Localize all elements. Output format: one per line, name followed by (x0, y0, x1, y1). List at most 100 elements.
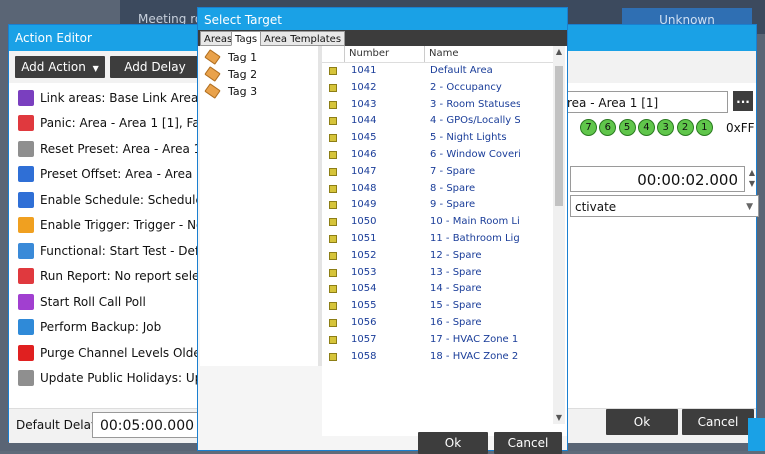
action-label: Run Report: No report selected (40, 269, 199, 284)
table-row[interactable]: 1050 10 - Main Room Ligh (322, 214, 553, 231)
row-name: 13 - Spare (430, 266, 482, 278)
channel-level-indicator[interactable]: 7 (580, 119, 597, 136)
table-row[interactable]: 1043 3 - Room Statuses/Do (322, 97, 553, 114)
row-number: 1042 (351, 81, 377, 93)
table-row[interactable]: 1041 Default Area (322, 63, 553, 80)
table-row[interactable]: 1044 4 - GPOs/Locally Swit (322, 113, 553, 130)
tag-item[interactable]: Tag 2 (204, 66, 257, 82)
row-number: 1053 (351, 266, 377, 278)
list-item[interactable]: Enable Schedule: Schedule - N (9, 187, 199, 213)
target-tab-strip: Areas Tags Area Templates (198, 30, 567, 46)
list-item[interactable]: Link areas: Base Link Area - 2, (9, 85, 199, 111)
action-label: Panic: Area - Area 1 [1], Fade - (40, 116, 199, 131)
table-row[interactable]: 1045 5 - Night Lights (322, 130, 553, 147)
default-delay-input[interactable]: 00:05:00.000 (92, 412, 202, 438)
panic-icon (18, 115, 34, 132)
grid-header: Number Name (322, 46, 553, 63)
channel-level-indicator[interactable]: 3 (657, 119, 675, 136)
trigger-icon (18, 217, 34, 234)
area-icon (329, 201, 337, 210)
table-row[interactable]: 1048 8 - Spare (322, 181, 553, 198)
mode-select-value: ctivate (575, 200, 617, 214)
tab-area-templates[interactable]: Area Templates (260, 31, 346, 46)
tag-item[interactable]: Tag 3 (204, 83, 257, 99)
row-name: 6 - Window Covering (430, 148, 520, 160)
scroll-up-icon[interactable]: ▲ (553, 46, 565, 58)
area-target-field[interactable]: rea - Area 1 [1] (561, 91, 728, 113)
spin-down-icon[interactable]: ▼ (746, 179, 758, 191)
table-row[interactable]: 1046 6 - Window Covering (322, 147, 553, 164)
tag-icon (204, 49, 221, 65)
list-item[interactable]: Run Report: No report selected (9, 264, 199, 290)
action-list: Link areas: Base Link Area - 2, Panic: Ar… (9, 85, 199, 410)
scrollbar-thumb[interactable] (555, 66, 563, 206)
report-icon (18, 268, 34, 285)
table-row[interactable]: 1052 12 - Spare (322, 248, 553, 265)
row-number: 1048 (351, 182, 377, 194)
fade-time-field[interactable]: 00:00:02.000 (570, 166, 745, 192)
action-label: Preset Offset: Area - Area 1 [1] (40, 167, 199, 182)
grid-scrollbar[interactable]: ▲ ▼ (553, 46, 565, 424)
list-item[interactable]: Reset Preset: Area - Area 1 [1], (9, 136, 199, 162)
area-icon (329, 251, 337, 260)
tab-tags[interactable]: Tags (231, 31, 262, 46)
table-row[interactable]: 1056 16 - Spare (322, 315, 553, 332)
channel-level-indicator[interactable]: 1 (695, 119, 713, 136)
tag-item[interactable]: Tag 1 (204, 49, 257, 65)
table-row[interactable]: 1058 18 - HVAC Zone 2 Far (322, 349, 553, 366)
table-row[interactable]: 1057 17 - HVAC Zone 1 Far (322, 332, 553, 349)
row-number: 1041 (351, 65, 377, 76)
area-icon (329, 318, 337, 327)
row-number: 1049 (351, 199, 377, 211)
row-name: 9 - Spare (430, 199, 476, 211)
list-item[interactable]: Panic: Area - Area 1 [1], Fade - (9, 111, 199, 137)
area-icon (329, 100, 337, 109)
list-item[interactable]: Perform Backup: Job (9, 315, 199, 341)
table-row[interactable]: 1055 15 - Spare (322, 298, 553, 315)
row-number: 1043 (351, 98, 377, 110)
area-icon (329, 335, 337, 344)
table-row[interactable]: 1042 2 - Occupancy (322, 80, 553, 97)
table-row[interactable]: 1049 9 - Spare (322, 197, 553, 214)
area-icon (329, 117, 337, 126)
action-label: Functional: Start Test - Default (40, 243, 199, 258)
row-number: 1051 (351, 232, 377, 244)
action-editor-ok-button[interactable]: Ok (606, 409, 678, 435)
channel-level-indicator[interactable]: 2 (676, 119, 694, 136)
channel-level-indicator[interactable]: 4 (637, 119, 655, 136)
table-row[interactable]: 1051 11 - Bathroom Lightir (322, 231, 553, 248)
chevron-down-icon: ▼ (92, 64, 99, 73)
row-name: 10 - Main Room Ligh (430, 216, 520, 228)
background-accent-strip (748, 418, 765, 451)
list-item[interactable]: Preset Offset: Area - Area 1 [1] (9, 162, 199, 188)
action-label: Enable Schedule: Schedule - N (40, 192, 199, 207)
column-header-number[interactable]: Number (349, 48, 389, 59)
browse-target-button[interactable]: ... (733, 91, 753, 111)
schedule-icon (18, 191, 34, 208)
add-delay-button[interactable]: Add Delay (110, 56, 200, 78)
action-label: Start Roll Call Poll (40, 294, 146, 309)
roll-call-icon (18, 293, 34, 310)
area-icon (329, 234, 337, 243)
column-header-name[interactable]: Name (429, 48, 459, 59)
row-name: 7 - Spare (430, 165, 476, 177)
area-icon (329, 352, 337, 361)
channel-level-indicator[interactable]: 5 (618, 119, 636, 136)
channel-level-indicator[interactable]: 6 (599, 119, 617, 136)
list-item[interactable]: Purge Channel Levels Older Th (9, 340, 199, 366)
action-label: Purge Channel Levels Older Th (40, 345, 199, 360)
table-row[interactable]: 1054 14 - Spare (322, 281, 553, 298)
tag-icon (204, 66, 221, 82)
list-item[interactable]: Enable Trigger: Trigger - No tri (9, 213, 199, 239)
list-item[interactable]: Update Public Holidays: Updat (9, 366, 199, 392)
reset-preset-icon (18, 140, 34, 157)
table-row[interactable]: 1047 7 - Spare (322, 164, 553, 181)
action-editor-cancel-button[interactable]: Cancel (682, 409, 754, 435)
targets-grid: Number Name 1041 Default Area 1042 2 - Occu… (322, 46, 567, 436)
list-item[interactable]: Functional: Start Test - Default (9, 238, 199, 264)
list-item[interactable]: Start Roll Call Poll (9, 289, 199, 315)
table-row[interactable]: 1053 13 - Spare (322, 265, 553, 282)
scroll-down-icon[interactable]: ▼ (553, 412, 565, 424)
add-action-button[interactable]: Add Action ▼ (15, 56, 105, 78)
mode-select[interactable]: ctivate ▼ (570, 195, 759, 217)
